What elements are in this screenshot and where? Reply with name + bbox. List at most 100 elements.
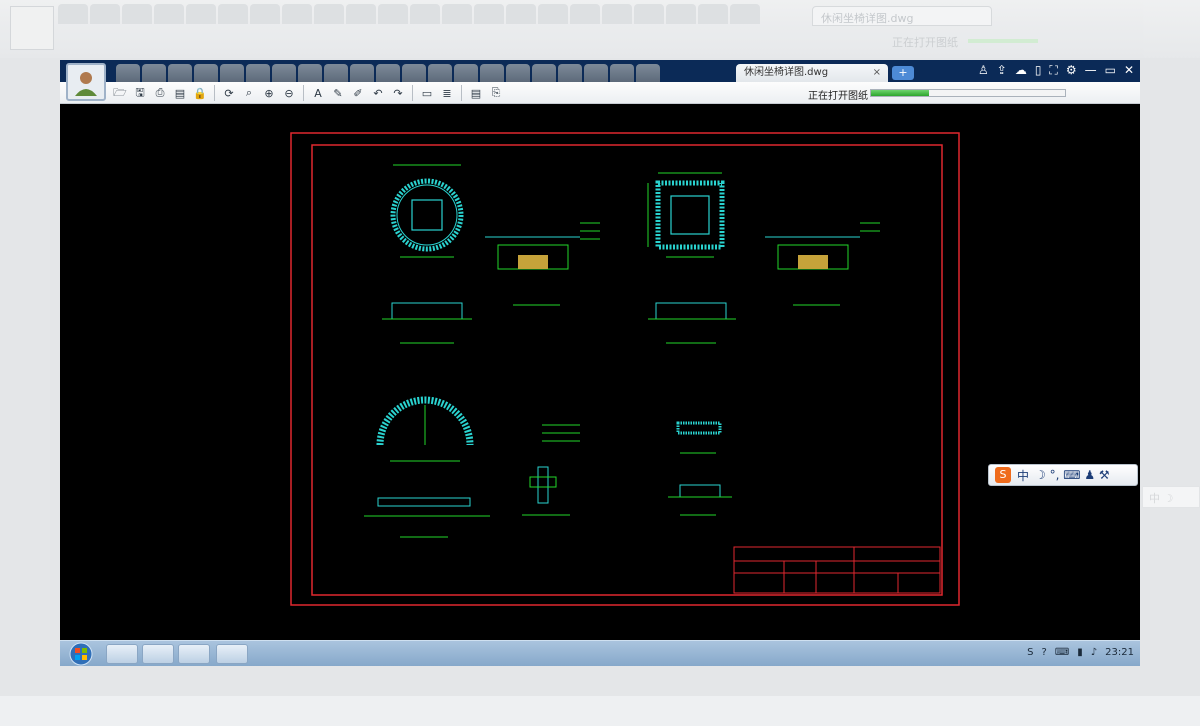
square-planter-plan bbox=[647, 172, 725, 258]
small-detail-1 bbox=[676, 421, 722, 454]
taskbar-viewer-icon[interactable] bbox=[216, 644, 248, 664]
document-tab[interactable] bbox=[168, 64, 192, 82]
pencil-icon[interactable]: ✎ bbox=[330, 85, 346, 101]
document-tab[interactable] bbox=[350, 64, 374, 82]
help-icon[interactable]: ? bbox=[1042, 647, 1047, 658]
document-tab[interactable] bbox=[142, 64, 166, 82]
new-tab-button[interactable]: + bbox=[892, 66, 914, 80]
lock-icon[interactable]: 🔒 bbox=[192, 85, 208, 101]
zoom-in-icon[interactable]: ⊕ bbox=[261, 85, 277, 101]
background-app-window: 休闲坐椅详图.dwg 正在打开图纸 bbox=[0, 0, 1200, 58]
document-tab[interactable] bbox=[298, 64, 322, 82]
document-tab[interactable] bbox=[220, 64, 244, 82]
document-tab[interactable] bbox=[454, 64, 478, 82]
document-tab[interactable] bbox=[558, 64, 582, 82]
toolbar-separator bbox=[303, 85, 304, 101]
user-avatar[interactable] bbox=[66, 63, 106, 101]
close-tab-icon[interactable]: × bbox=[873, 64, 881, 82]
text-icon[interactable]: A bbox=[310, 85, 326, 101]
loading-status-text: 正在打开图纸 bbox=[808, 91, 868, 102]
taskbar-archive-icon[interactable] bbox=[178, 644, 210, 664]
document-tab[interactable] bbox=[246, 64, 270, 82]
sogou-logo-icon: S bbox=[995, 467, 1011, 483]
start-orb-icon[interactable] bbox=[66, 641, 96, 666]
elevation-2 bbox=[648, 302, 736, 344]
measure-icon[interactable]: ▭ bbox=[419, 85, 435, 101]
keyboard-icon[interactable]: ⌨ bbox=[1055, 647, 1069, 658]
document-tab[interactable] bbox=[480, 64, 504, 82]
inner-frame bbox=[311, 144, 943, 596]
settings-gear-icon[interactable]: ⚙ bbox=[1066, 63, 1077, 78]
taskbar-explorer-icon[interactable] bbox=[106, 644, 138, 664]
background-ime-bar: 中 ☽ bbox=[1142, 486, 1200, 508]
pdf-icon[interactable]: ▤ bbox=[172, 85, 188, 101]
volume-icon[interactable]: ♪ bbox=[1091, 647, 1097, 658]
save-icon[interactable]: 🖫 bbox=[132, 85, 148, 101]
toolbar-separator bbox=[461, 85, 462, 101]
system-tray: S ? ⌨ ▮ ♪ 23:21 bbox=[1027, 647, 1134, 658]
document-tab[interactable] bbox=[506, 64, 530, 82]
refresh-icon[interactable]: ⟳ bbox=[221, 85, 237, 101]
document-tab[interactable] bbox=[636, 64, 660, 82]
loading-progress-fill bbox=[871, 90, 930, 96]
input-method-bar[interactable]: S 中 ☽ °, ⌨ ♟ ⚒ bbox=[988, 464, 1138, 486]
document-tab[interactable] bbox=[610, 64, 634, 82]
cad-viewer-window: 休闲坐椅详图.dwg × + ♙ ⇪ ☁ ▯ ⛶ ⚙ — ▭ ✕ 🗁 🖫 ⎙ ▤ 🔒 ⟳ ⌕… bbox=[60, 60, 1140, 666]
active-document-tab[interactable]: 休闲坐椅详图.dwg × bbox=[736, 64, 888, 82]
background-active-tab: 休闲坐椅详图.dwg bbox=[812, 6, 992, 26]
outer-frame bbox=[290, 132, 960, 606]
document-tab[interactable] bbox=[116, 64, 140, 82]
zoom-window-icon[interactable]: ⌕ bbox=[241, 85, 257, 101]
round-planter-plan bbox=[390, 164, 464, 258]
users-icon[interactable]: ♙ bbox=[978, 63, 989, 78]
print-icon[interactable]: ⎙ bbox=[152, 85, 168, 101]
background-avatar bbox=[10, 6, 54, 50]
loading-progress-bar bbox=[870, 89, 1066, 97]
toolbar-separator bbox=[412, 85, 413, 101]
active-tab-label: 休闲坐椅详图.dwg bbox=[744, 67, 829, 78]
cloud-icon[interactable]: ☁ bbox=[1015, 63, 1027, 78]
section-detail-2 bbox=[765, 222, 880, 306]
document-tab[interactable] bbox=[376, 64, 400, 82]
bench-elevation bbox=[364, 497, 490, 538]
toolbar: 🗁 🖫 ⎙ ▤ 🔒 ⟳ ⌕ ⊕ ⊖ A ✎ ✐ ↶ ↷ ▭ ≣ ▤ ⎘ 正在打开图纸 bbox=[60, 82, 1140, 104]
ime-tray-icon[interactable]: S bbox=[1027, 647, 1033, 658]
minimize-button[interactable]: — bbox=[1085, 63, 1097, 78]
background-taskbar bbox=[0, 696, 1200, 726]
maximize-button[interactable]: ▭ bbox=[1105, 63, 1116, 78]
open-icon[interactable]: 🗁 bbox=[112, 85, 128, 101]
toolbar-separator bbox=[214, 85, 215, 101]
phone-icon[interactable]: ▯ bbox=[1035, 63, 1042, 78]
document-tab[interactable] bbox=[272, 64, 296, 82]
hatch-icon[interactable]: ≣ bbox=[439, 85, 455, 101]
person-icon bbox=[75, 72, 97, 96]
taskbar-app-icon[interactable] bbox=[142, 644, 174, 664]
clock[interactable]: 23:21 bbox=[1105, 647, 1134, 658]
share-icon[interactable]: ⇪ bbox=[997, 63, 1007, 78]
document-tab[interactable] bbox=[428, 64, 452, 82]
zoom-out-icon[interactable]: ⊖ bbox=[281, 85, 297, 101]
document-tab[interactable] bbox=[532, 64, 556, 82]
drawing-canvas[interactable] bbox=[60, 105, 1140, 640]
ime-mode-label[interactable]: 中 bbox=[1017, 467, 1029, 484]
toolbar-tools: 🗁 🖫 ⎙ ▤ 🔒 ⟳ ⌕ ⊕ ⊖ A ✎ ✐ ↶ ↷ ▭ ≣ ▤ ⎘ bbox=[112, 85, 504, 101]
marker-icon[interactable]: ✐ bbox=[350, 85, 366, 101]
document-tab[interactable] bbox=[402, 64, 426, 82]
post-section bbox=[522, 424, 580, 516]
undo-icon[interactable]: ↶ bbox=[370, 85, 386, 101]
ime-tools[interactable]: ☽ °, ⌨ ♟ ⚒ bbox=[1035, 468, 1110, 482]
document-tab[interactable] bbox=[194, 64, 218, 82]
close-button[interactable]: ✕ bbox=[1124, 63, 1134, 78]
document-tab[interactable] bbox=[584, 64, 608, 82]
network-icon[interactable]: ▮ bbox=[1077, 647, 1083, 658]
fullscreen-icon[interactable]: ⛶ bbox=[1049, 63, 1057, 78]
document-tab-strip bbox=[116, 64, 660, 82]
layers-icon[interactable]: ▤ bbox=[468, 85, 484, 101]
window-controls: ♙ ⇪ ☁ ▯ ⛶ ⚙ — ▭ ✕ bbox=[978, 63, 1134, 78]
background-tab-strip bbox=[58, 4, 760, 24]
redo-icon[interactable]: ↷ bbox=[390, 85, 406, 101]
document-tab[interactable] bbox=[324, 64, 348, 82]
windows-taskbar: S ? ⌨ ▮ ♪ 23:21 bbox=[60, 640, 1140, 666]
elevation-1 bbox=[382, 302, 472, 344]
export-icon[interactable]: ⎘ bbox=[488, 85, 504, 101]
